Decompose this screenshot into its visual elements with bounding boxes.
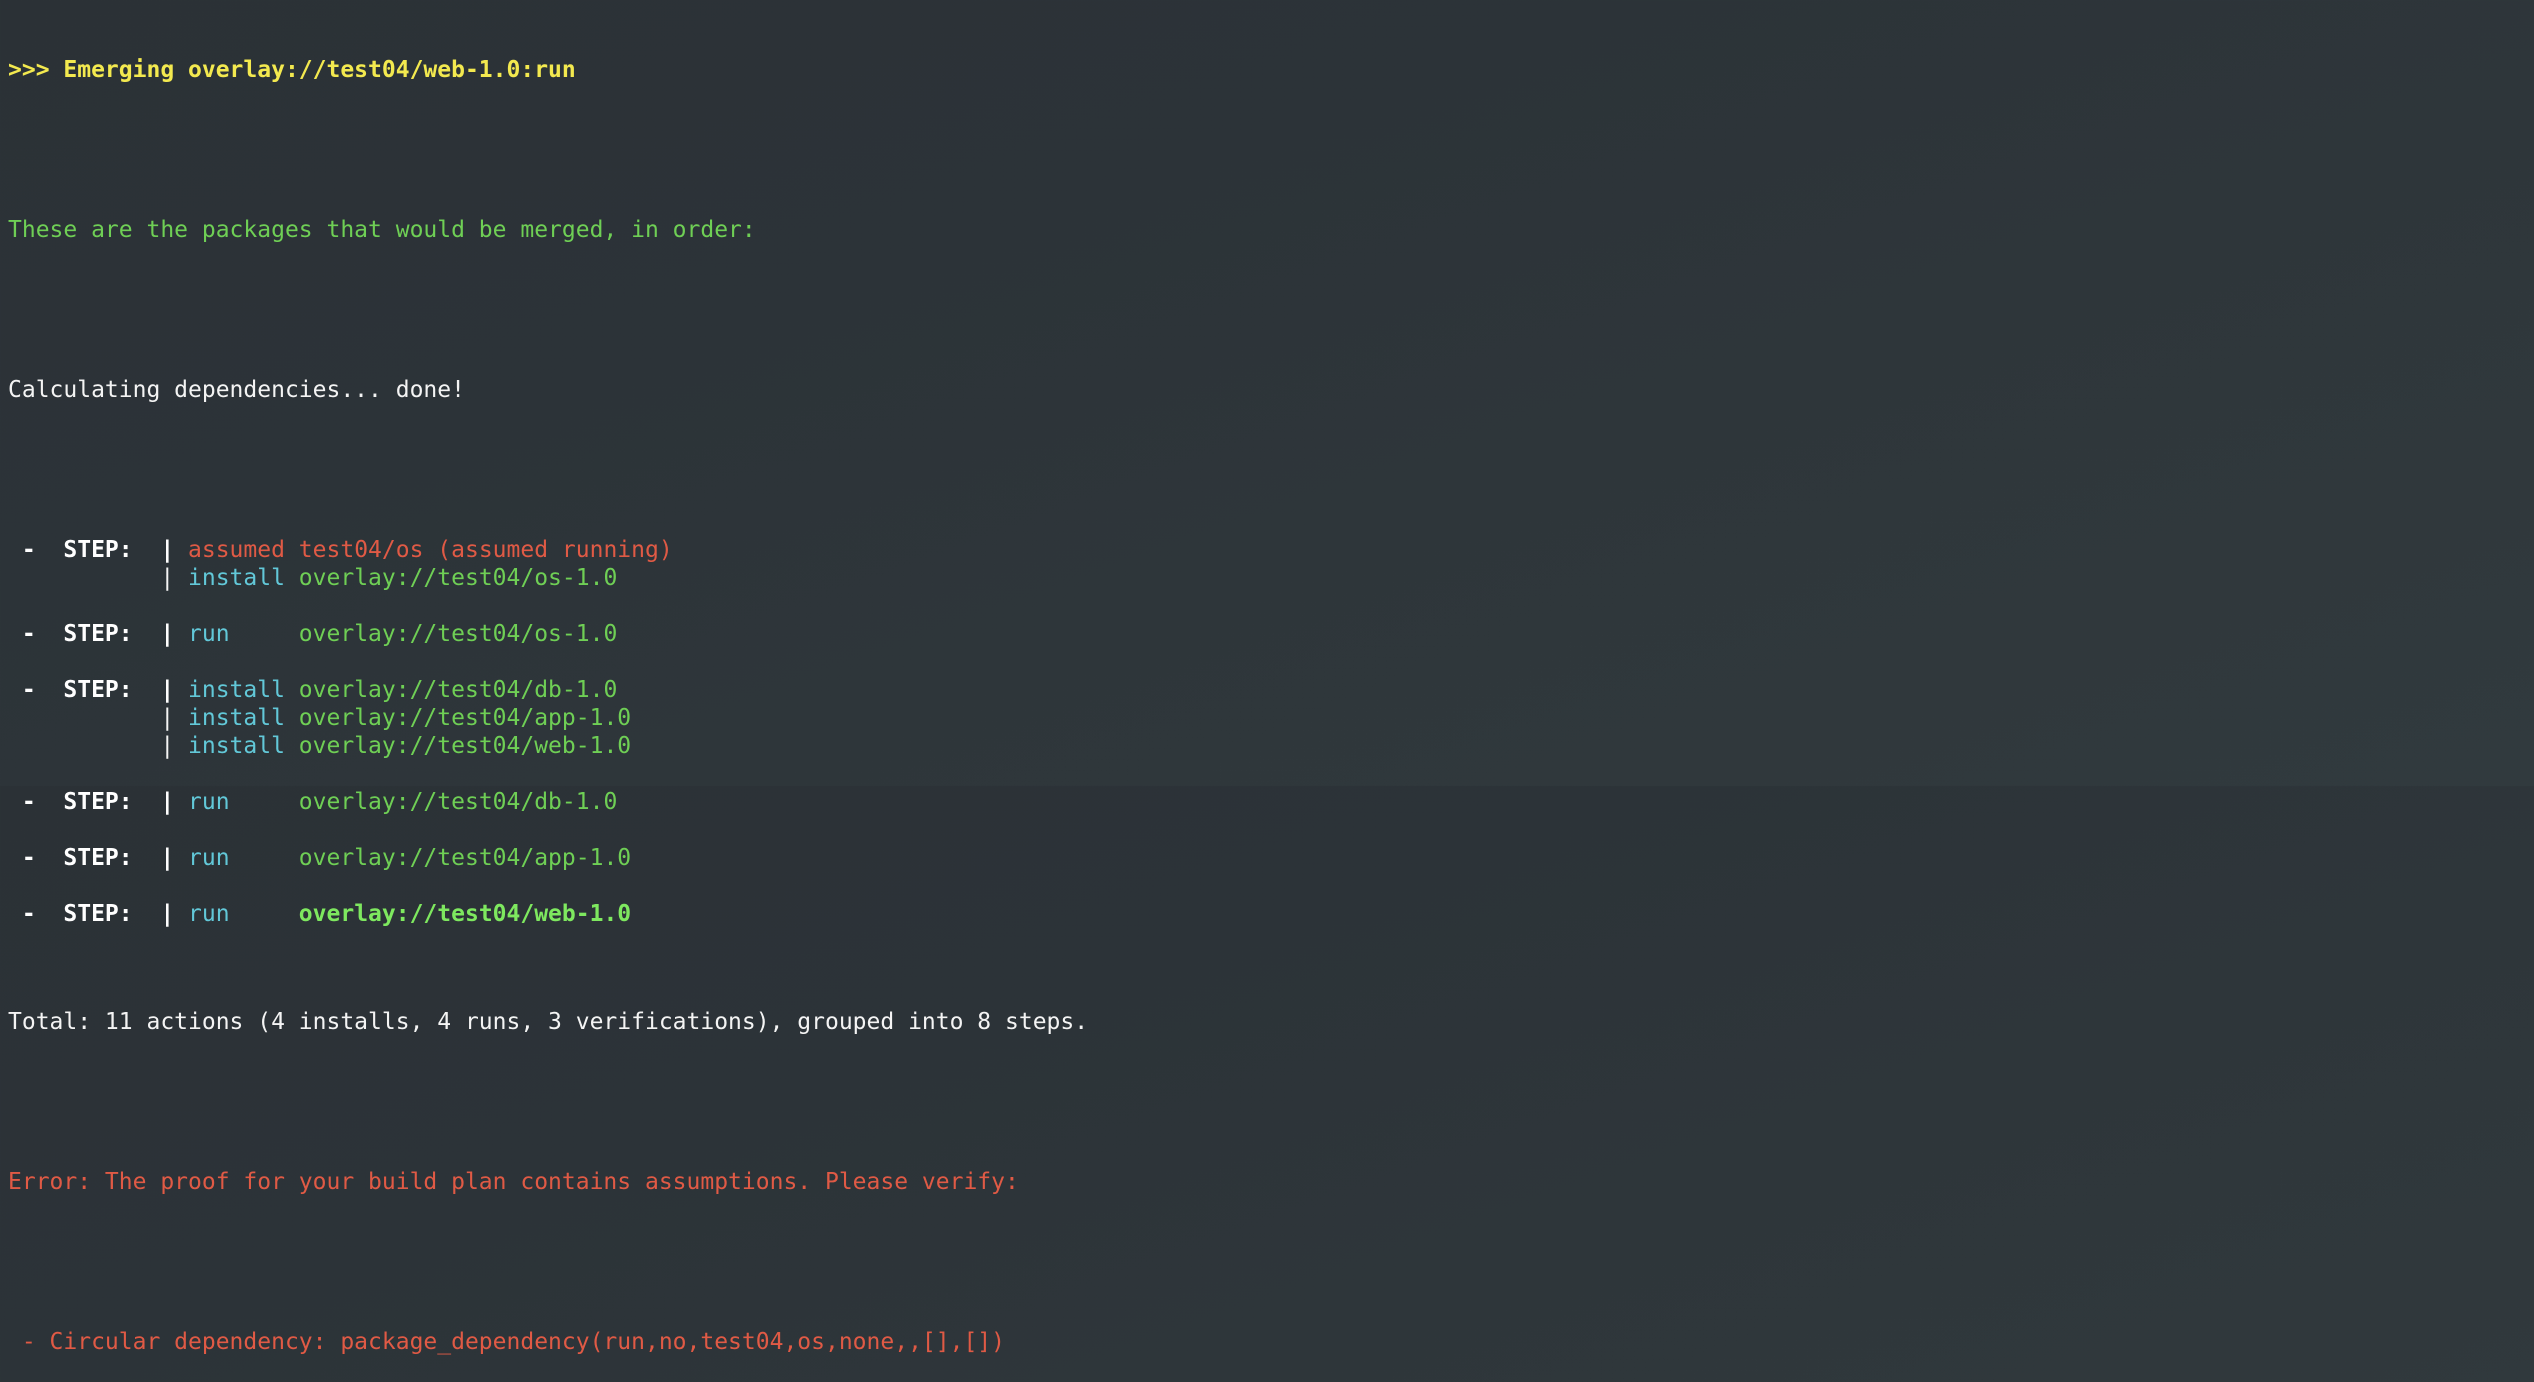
error-message: Error: The proof for your build plan con… (8, 1169, 1019, 1195)
step-target: overlay://test04/os-1.0 (284, 565, 618, 591)
circular-dependency: - Circular dependency: package_dependenc… (8, 1329, 1005, 1355)
terminal-output: >>> Emerging overlay://test04/web-1.0:ru… (8, 4, 1088, 1382)
step-label: - STEP: | (8, 789, 175, 815)
step-line: | install overlay://test04/os-1.0 (8, 564, 1088, 592)
step-continuation: | (8, 733, 175, 759)
step-target: overlay://test04/web-1.0 (284, 733, 632, 759)
step-action: run (174, 789, 285, 815)
step-action: run (174, 621, 285, 647)
step-label: - STEP: | (8, 901, 175, 927)
step-line: - STEP: | run overlay://test04/app-1.0 (8, 844, 1088, 872)
step-target: overlay://test04/db-1.0 (284, 677, 618, 703)
step-action: install (174, 705, 285, 731)
step-target: overlay://test04/db-1.0 (284, 789, 618, 815)
step-line: - STEP: | assumed test04/os (assumed run… (8, 536, 1088, 564)
step-action: assumed (174, 537, 285, 563)
total-summary: Total: 11 actions (4 installs, 4 runs, 3… (8, 1009, 1089, 1035)
step-label: - STEP: | (8, 677, 175, 703)
step-line: | install overlay://test04/web-1.0 (8, 732, 1088, 760)
step-action: run (174, 845, 285, 871)
step-target: overlay://test04/os-1.0 (284, 621, 618, 647)
step-line: - STEP: | run overlay://test04/web-1.0 (8, 900, 1088, 928)
step-label: - STEP: | (8, 621, 175, 647)
step-action: install (174, 565, 285, 591)
step-action: install (174, 733, 285, 759)
step-line: - STEP: | run overlay://test04/os-1.0 (8, 620, 1088, 648)
step-action: install (174, 677, 285, 703)
calculating-text: Calculating dependencies... done! (8, 377, 465, 403)
step-target: test04/os (assumed running) (284, 537, 673, 563)
emerging-header: >>> Emerging overlay://test04/web-1.0:ru… (8, 57, 576, 83)
step-label: - STEP: | (8, 537, 175, 563)
step-line: - STEP: | install overlay://test04/db-1.… (8, 676, 1088, 704)
step-target: overlay://test04/app-1.0 (284, 705, 632, 731)
step-line: | install overlay://test04/app-1.0 (8, 704, 1088, 732)
step-target: overlay://test04/app-1.0 (284, 845, 632, 871)
step-continuation: | (8, 705, 175, 731)
step-target: overlay://test04/web-1.0 (284, 901, 632, 927)
step-line: - STEP: | run overlay://test04/db-1.0 (8, 788, 1088, 816)
step-label: - STEP: | (8, 845, 175, 871)
step-action: run (174, 901, 285, 927)
step-continuation: | (8, 565, 175, 591)
steps-list: - STEP: | assumed test04/os (assumed run… (8, 536, 1088, 956)
intro-text: These are the packages that would be mer… (8, 217, 756, 243)
